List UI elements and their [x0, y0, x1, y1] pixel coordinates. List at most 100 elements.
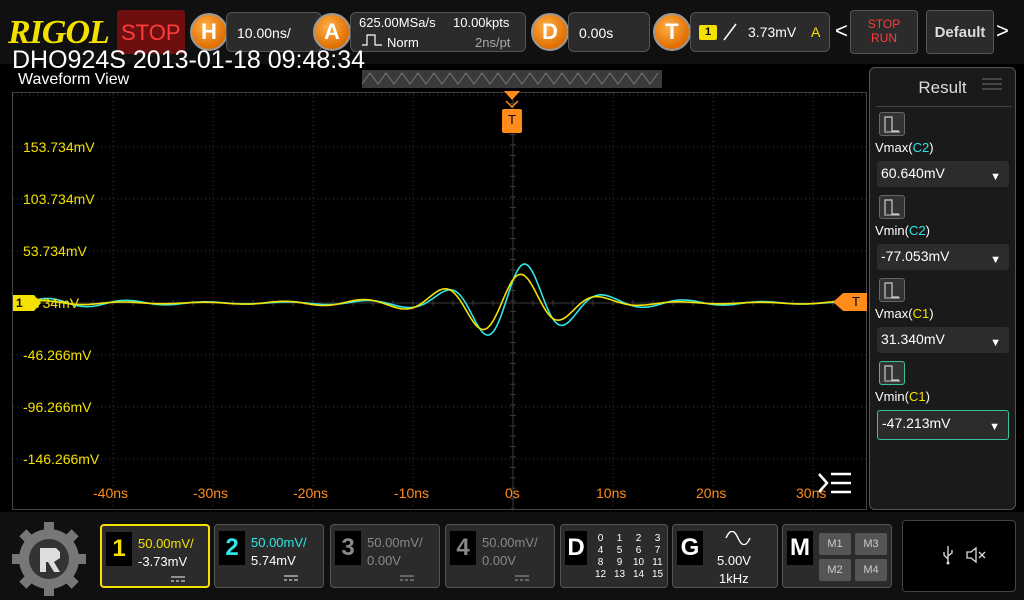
default-button[interactable]: Default: [926, 10, 994, 54]
chevron-down-icon: ▼: [990, 254, 1001, 266]
channel-3-box[interactable]: 3 50.00mV/ 0.00V: [330, 524, 440, 588]
result-menu-icon[interactable]: [980, 76, 1004, 92]
system-status-box[interactable]: [902, 520, 1016, 592]
result-item[interactable]: Vmax(C1) 31.340mV ▼: [875, 276, 1009, 353]
dc-coupling-icon: [284, 575, 298, 581]
result-panel[interactable]: Result Vmax(C2) 60.640mV ▼ Vmin(C2) -77.0…: [869, 67, 1016, 510]
result-item[interactable]: Vmin(C2) -77.053mV ▼: [875, 193, 1009, 270]
channel-number: 2: [219, 531, 245, 565]
usb-icon[interactable]: [941, 545, 955, 565]
y-tick-label: -46.266mV: [23, 347, 92, 363]
result-value[interactable]: -47.213mV ▼: [877, 410, 1009, 440]
result-value[interactable]: 60.640mV ▼: [877, 161, 1009, 187]
ch2-waveform: [13, 263, 868, 336]
digital-key: D: [565, 531, 587, 565]
generator-amplitude: 5.00V: [717, 553, 751, 568]
pulse-measure-icon: [879, 361, 905, 385]
channel-number: 1: [106, 532, 132, 566]
x-tick-label: 20ns: [696, 485, 727, 501]
result-value[interactable]: 31.340mV ▼: [877, 327, 1009, 353]
math-m1-button[interactable]: M1: [819, 533, 851, 555]
result-item-selected[interactable]: Vmin(C1) -47.213mV ▼: [875, 359, 1009, 440]
result-name: Vmin(C2): [875, 223, 930, 238]
run-stop-line2: RUN: [871, 31, 897, 45]
y-tick-label: 53.734mV: [23, 243, 87, 259]
channel-scale: 50.00mV/: [138, 536, 194, 551]
result-divider: [876, 106, 1011, 107]
chevron-down-icon: ▼: [989, 421, 1000, 433]
y-tick-label: -96.266mV: [23, 399, 92, 415]
result-value[interactable]: -77.053mV ▼: [877, 244, 1009, 270]
digital-channels-box[interactable]: D 0123 4567 8 9 10 11 12 13 14 15: [560, 524, 668, 588]
resolution: 2ns/pt: [475, 35, 511, 50]
channel-scale: 50.00mV/: [482, 535, 538, 550]
acquire-display[interactable]: 625.00MSa/s 10.00kpts Norm 2ns/pt: [350, 12, 526, 52]
generator-frequency: 1kHz: [719, 571, 749, 586]
dc-coupling-icon: [515, 575, 529, 581]
result-name: Vmax(C2): [875, 140, 934, 155]
chevron-down-icon: ▼: [990, 337, 1001, 349]
prev-arrow-icon[interactable]: <: [835, 18, 848, 44]
memory-depth: 10.00kpts: [453, 15, 510, 30]
next-arrow-icon[interactable]: >: [996, 18, 1009, 44]
run-state-label: STOP: [121, 20, 181, 45]
result-name: Vmin(C1): [875, 389, 930, 404]
sample-rate: 625.00MSa/s: [359, 15, 436, 30]
x-tick-label: -10ns: [394, 485, 430, 501]
acquire-mode: Norm: [387, 35, 419, 50]
waveform-view-title: Waveform View: [18, 71, 130, 88]
y-tick-label: 103.734mV: [23, 191, 95, 207]
math-m3-button[interactable]: M3: [855, 533, 887, 555]
dc-coupling-icon: [400, 575, 414, 581]
channel-number: 3: [335, 531, 361, 565]
channel-offset: 5.74mV: [251, 553, 296, 568]
channel-1-box[interactable]: 1 50.00mV/ -3.73mV: [100, 524, 210, 588]
sine-wave-icon: [725, 531, 751, 545]
channel-number: 4: [450, 531, 476, 565]
pulse-measure-icon: [879, 278, 905, 302]
channel-4-box[interactable]: 4 50.00mV/ 0.00V: [445, 524, 555, 588]
timebase-value: 10.00ns/: [237, 25, 291, 41]
dc-coupling-icon: [171, 576, 185, 582]
trigger-channel: 1: [699, 25, 717, 40]
math-m4-button[interactable]: M4: [855, 559, 887, 581]
x-tick-label: 0s: [505, 485, 520, 501]
overview-waveform: [361, 72, 659, 85]
channel-offset: 0.00V: [482, 553, 516, 568]
result-name: Vmax(C1): [875, 306, 934, 321]
trigger-position-marker[interactable]: T: [502, 109, 522, 133]
delay-display[interactable]: 0.00s: [568, 12, 650, 52]
memory-overview-bar[interactable]: [361, 70, 662, 88]
math-box[interactable]: M M1 M3 M2 M4: [782, 524, 892, 588]
pulse-measure-icon: [879, 195, 905, 219]
trigger-level: 3.73mV: [748, 24, 797, 40]
run-stop-button[interactable]: STOP RUN: [850, 10, 918, 54]
x-tick-label: 10ns: [596, 485, 627, 501]
trigger-mode: A: [811, 24, 821, 40]
chevron-down-icon: ▼: [990, 171, 1001, 183]
gear-menu-icon[interactable]: [10, 520, 88, 598]
trigger-position-arrow-icon[interactable]: [504, 91, 520, 109]
channel-offset: -3.73mV: [138, 554, 188, 569]
generator-box[interactable]: G 5.00V 1kHz: [672, 524, 778, 588]
waveform-grid: [13, 93, 868, 511]
delay-value: 0.00s: [579, 25, 614, 41]
x-tick-label: -30ns: [193, 485, 229, 501]
channel-offset: 0.00V: [367, 553, 401, 568]
speaker-mute-icon[interactable]: [965, 545, 987, 565]
waveform-area[interactable]: 153.734mV 103.734mV 53.734mV 3.734mV -46…: [12, 91, 926, 511]
x-tick-label: -40ns: [93, 485, 129, 501]
rising-edge-icon: [723, 23, 737, 41]
result-item[interactable]: Vmax(C2) 60.640mV ▼: [875, 110, 1009, 187]
pulse-measure-icon: [879, 112, 905, 136]
channel-2-box[interactable]: 2 50.00mV/ 5.74mV: [214, 524, 324, 588]
y-tick-label: -146.266mV: [23, 451, 100, 467]
math-key: M: [787, 531, 813, 565]
generator-key: G: [677, 531, 703, 565]
x-tick-label: -20ns: [293, 485, 329, 501]
delay-key-button[interactable]: D: [531, 13, 569, 51]
math-m2-button[interactable]: M2: [819, 559, 851, 581]
channel-scale: 50.00mV/: [251, 535, 307, 550]
trigger-key-button[interactable]: T: [653, 13, 691, 51]
menu-list-icon[interactable]: [817, 470, 853, 496]
